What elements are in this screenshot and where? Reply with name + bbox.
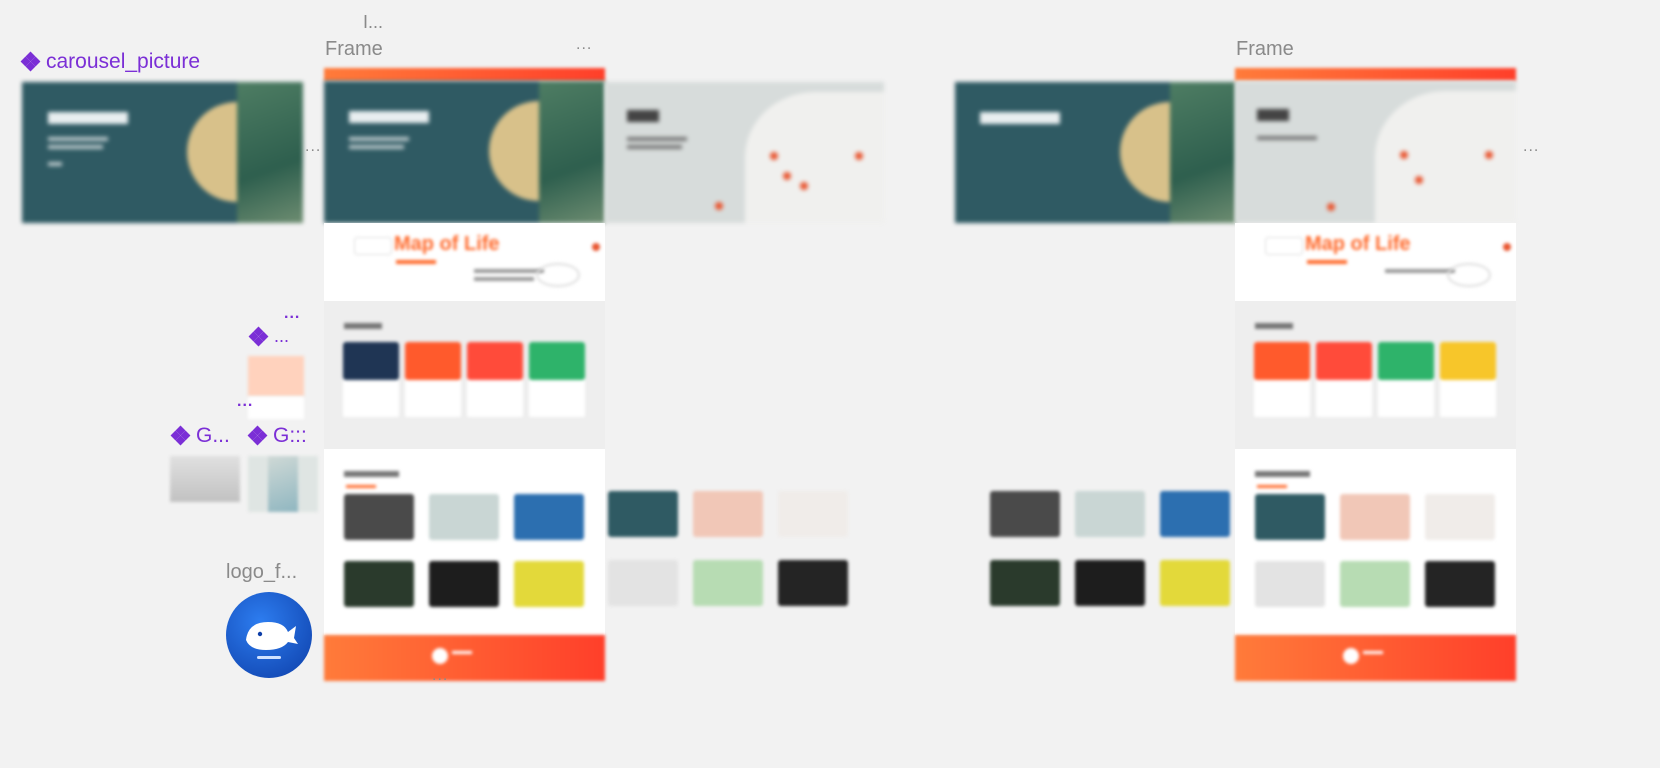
carousel-picture-component-label[interactable]: carousel_picture — [20, 50, 201, 74]
component-icon — [20, 51, 41, 72]
component-icon — [247, 425, 268, 446]
gallery-thumb[interactable] — [1340, 494, 1410, 540]
hot-map-card[interactable] — [343, 342, 399, 417]
component-icon — [248, 326, 269, 346]
left-frame-page[interactable]: Map of Life — [324, 68, 605, 681]
carousel-slide-2[interactable] — [605, 82, 884, 223]
carousel-prev-slide[interactable] — [955, 82, 1236, 223]
left-frame-label[interactable]: Frame — [325, 38, 383, 61]
headline: Map of Life — [394, 233, 500, 255]
gallery-thumb[interactable] — [514, 494, 584, 540]
top-nav-bar — [324, 68, 605, 81]
gallery-thumb[interactable] — [344, 494, 414, 540]
carousel-picture-component[interactable] — [22, 82, 303, 223]
hot-map-card[interactable] — [1254, 342, 1310, 417]
whale-icon — [246, 622, 298, 659]
overflow-gallery-row — [605, 491, 855, 611]
gallery-thumb[interactable] — [1425, 561, 1495, 607]
hot-map-card[interactable] — [529, 342, 585, 417]
component-name: G::: — [273, 424, 307, 447]
hot-maps-section — [324, 301, 605, 449]
intro-section: Map of Life — [324, 223, 605, 301]
gallery-thumb[interactable] — [1255, 494, 1325, 540]
hot-map-card[interactable] — [1378, 342, 1434, 417]
component-name: carousel_picture — [46, 50, 201, 73]
truncated-layer-label[interactable]: I... — [363, 12, 383, 33]
whale-logo[interactable] — [226, 592, 312, 678]
right-frame-page[interactable]: Map of Life — [1235, 68, 1516, 681]
card-text-component — [248, 397, 304, 419]
hot-map-card[interactable] — [467, 342, 523, 417]
right-frame-label[interactable]: Frame — [1236, 38, 1294, 61]
logo-frame-label[interactable]: logo_f... — [226, 561, 297, 584]
top-nav-bar — [1235, 68, 1516, 81]
map-gallery-section — [1235, 449, 1516, 635]
component-g2-label[interactable]: G::: — [247, 424, 307, 448]
frame-ellipsis[interactable]: ... — [576, 36, 592, 54]
hot-maps-section — [1235, 301, 1516, 449]
component-name: ... — [274, 326, 290, 346]
gallery-thumb[interactable] — [344, 561, 414, 607]
footer-bar — [1235, 635, 1516, 681]
gradient-component[interactable] — [170, 456, 240, 502]
gallery-thumb[interactable] — [1340, 561, 1410, 607]
hero-carousel[interactable] — [1235, 81, 1516, 223]
more-ellipsis[interactable]: ... — [305, 138, 321, 156]
map-gallery-section — [324, 449, 605, 635]
gallery-thumb[interactable] — [1255, 561, 1325, 607]
component-ellipsis-2[interactable]: ... — [237, 393, 253, 411]
frame-ellipsis-bottom[interactable]: ... — [432, 667, 448, 685]
gallery-thumb[interactable] — [429, 494, 499, 540]
gallery-thumb[interactable] — [429, 561, 499, 607]
headline: Map of Life — [1305, 233, 1411, 255]
component-ellipsis[interactable]: ... — [284, 305, 300, 323]
gallery-thumb[interactable] — [514, 561, 584, 607]
small-component-label[interactable]: ... — [248, 326, 290, 347]
hot-map-card[interactable] — [1440, 342, 1496, 417]
card-thumbnail-component[interactable] — [248, 356, 304, 396]
component-name: G... — [196, 424, 230, 447]
component-icon — [170, 425, 191, 446]
overflow-gallery-row-left — [985, 491, 1235, 611]
gallery-thumb[interactable] — [1425, 494, 1495, 540]
component-g1-label[interactable]: G... — [170, 424, 230, 448]
hero-carousel[interactable] — [324, 81, 605, 223]
map-grid-component[interactable] — [248, 456, 318, 512]
frame-ellipsis-right[interactable]: ... — [1523, 138, 1539, 156]
intro-section: Map of Life — [1235, 223, 1516, 301]
footer-bar — [324, 635, 605, 681]
hot-map-card[interactable] — [1316, 342, 1372, 417]
hot-map-card[interactable] — [405, 342, 461, 417]
